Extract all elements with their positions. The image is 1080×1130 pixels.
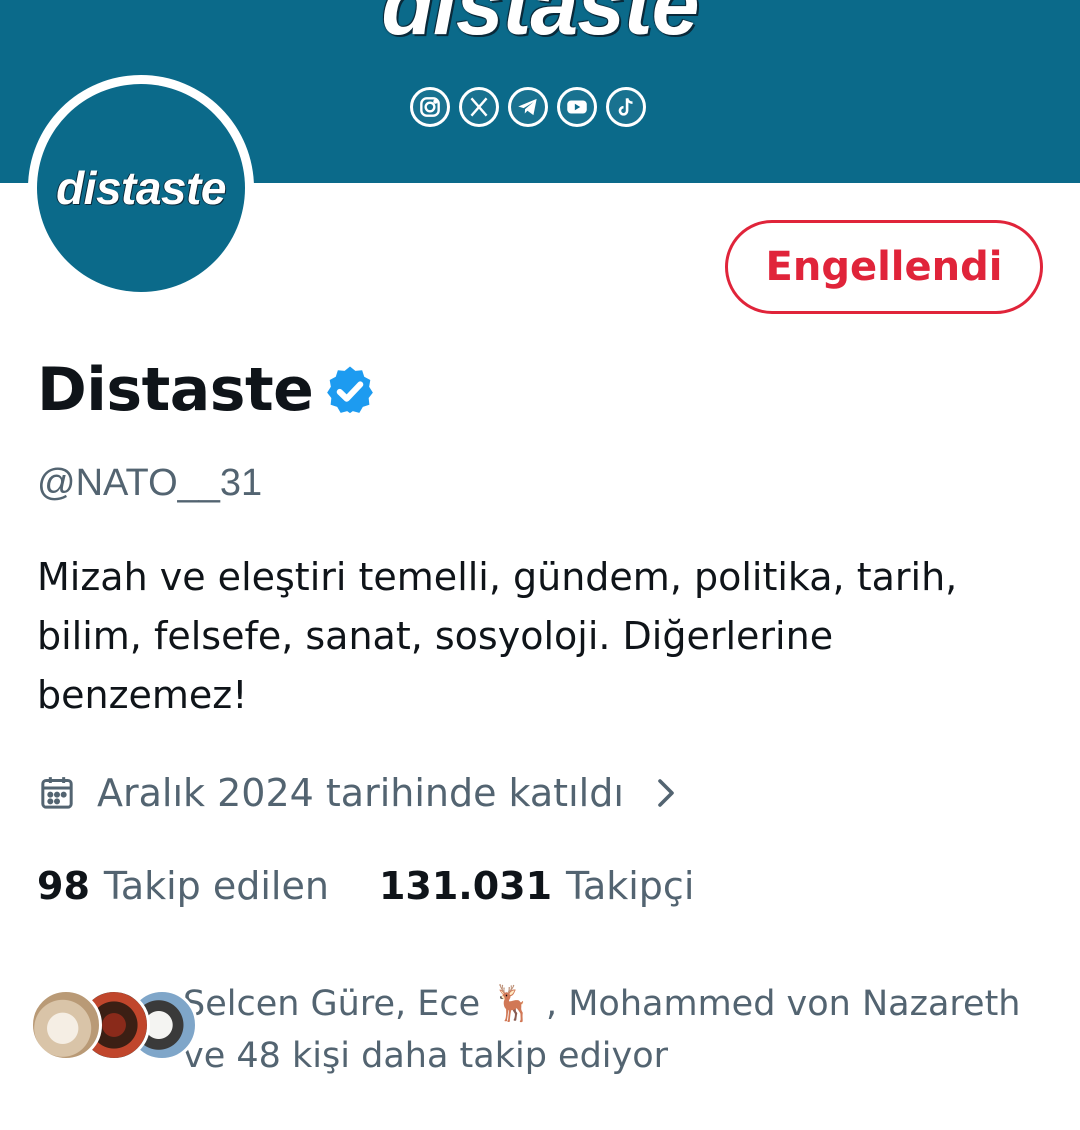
- avatar-logo-text: distaste: [56, 162, 226, 214]
- avatar[interactable]: distaste: [37, 84, 245, 292]
- followers-link[interactable]: 131.031 Takipçi: [379, 864, 694, 908]
- followers-count: 131.031: [378, 864, 553, 908]
- banner-title: distaste: [381, 0, 699, 53]
- followed-by-names: Selcen Güre, Ece 🦌 , Mohammed von Nazare…: [183, 984, 1021, 1024]
- followed-by-count: ve 48 kişi daha takip ediyor: [183, 1036, 669, 1076]
- profile-bio: Mizah ve eleştiri temelli, gündem, polit…: [37, 555, 958, 717]
- followers-label: Takipçi: [566, 864, 695, 908]
- verified-badge-icon[interactable]: [322, 363, 378, 419]
- following-link[interactable]: 98 Takip edilen: [37, 864, 329, 908]
- joined-date-row[interactable]: Aralık 2024 tarihinde katıldı: [37, 763, 680, 823]
- chevron-right-icon: [658, 779, 674, 807]
- banner-social-icons: [410, 87, 646, 127]
- profile-name: Distaste: [37, 355, 314, 425]
- following-count: 98: [37, 864, 90, 908]
- followed-by-row[interactable]: Selcen Güre, Ece 🦌 , Mohammed von Nazare…: [30, 980, 1050, 1080]
- calendar-icon: [41, 777, 73, 809]
- instagram-icon: [410, 87, 450, 127]
- telegram-icon: [508, 87, 548, 127]
- profile-stats: 98 Takip edilen 131.031 Takipçi: [37, 858, 694, 914]
- profile-handle: @NATO__31: [37, 462, 263, 504]
- x-icon: [459, 87, 499, 127]
- tiktok-icon: [606, 87, 646, 127]
- joined-date-text: Aralık 2024 tarihinde katıldı: [97, 771, 624, 815]
- avatar: [30, 989, 102, 1061]
- youtube-icon: [557, 87, 597, 127]
- followed-by-text: Selcen Güre, Ece 🦌 , Mohammed von Nazare…: [183, 978, 1053, 1082]
- blocked-button[interactable]: Engellendi: [725, 220, 1043, 314]
- following-label: Takip edilen: [103, 864, 329, 908]
